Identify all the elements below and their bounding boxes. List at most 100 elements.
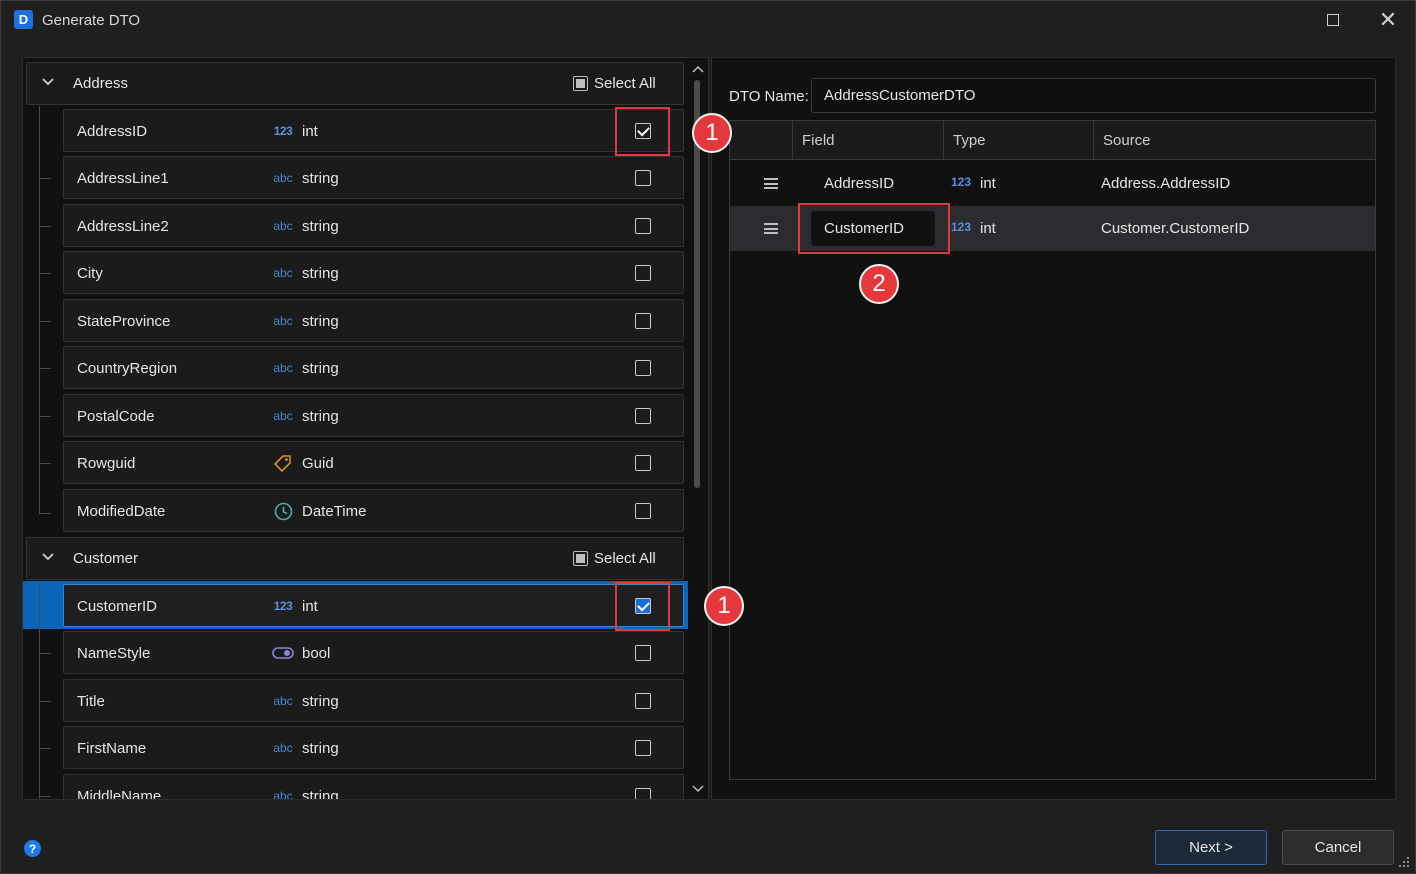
field-checkbox[interactable] <box>635 265 651 281</box>
tree-connector <box>39 748 51 749</box>
tree-connector <box>39 701 51 702</box>
text-type-icon: abc <box>273 314 293 328</box>
select-all-label: Select All <box>594 550 656 567</box>
grid-field-type: int <box>980 220 996 237</box>
field-type: int <box>302 598 318 615</box>
field-checkbox[interactable] <box>635 740 651 756</box>
column-header-field[interactable]: Field <box>792 121 943 160</box>
tree-connector <box>39 513 51 514</box>
dto-name-input[interactable]: AddressCustomerDTO <box>811 78 1376 113</box>
number-type-icon: 123 <box>951 220 972 234</box>
field-name: StateProvince <box>77 313 171 330</box>
field-checkbox[interactable] <box>635 218 651 234</box>
field-row-title[interactable]: Title abc string <box>63 679 684 722</box>
field-checkbox[interactable] <box>635 788 651 799</box>
scroll-up-icon[interactable] <box>692 64 704 74</box>
field-checkbox[interactable] <box>635 455 651 471</box>
scroll-down-icon[interactable] <box>692 784 704 794</box>
field-row-countryregion[interactable]: CountryRegion abc string <box>63 346 684 389</box>
chevron-down-icon[interactable] <box>41 550 55 564</box>
select-all-checkbox[interactable]: Select All <box>573 75 656 92</box>
field-checkbox[interactable] <box>635 645 651 661</box>
help-icon[interactable]: ? <box>24 840 41 857</box>
field-row-postalcode[interactable]: PostalCode abc string <box>63 394 684 437</box>
chevron-down-icon[interactable] <box>41 75 55 89</box>
field-type: string <box>302 360 339 377</box>
field-row-addressid[interactable]: AddressID 123 int <box>63 109 684 152</box>
select-all-checkbox[interactable]: Select All <box>573 550 656 567</box>
field-checkbox[interactable] <box>635 408 651 424</box>
grid-field-name[interactable]: AddressID <box>824 175 894 192</box>
grid-field-source: Customer.CustomerID <box>1101 220 1250 237</box>
field-name: FirstName <box>77 740 147 757</box>
field-row-addressline2[interactable]: AddressLine2 abc string <box>63 204 684 247</box>
callout-highlight-box <box>798 203 950 254</box>
cancel-button[interactable]: Cancel <box>1282 830 1394 865</box>
text-type-icon: abc <box>273 361 293 375</box>
vertical-scrollbar[interactable] <box>688 58 708 799</box>
callout-badge: 1 <box>704 586 744 626</box>
tree-connector <box>39 581 40 799</box>
tree-connector <box>39 106 40 514</box>
text-type-icon: abc <box>273 219 293 233</box>
number-type-icon: 123 <box>273 124 293 138</box>
field-type: string <box>302 788 339 800</box>
field-checkbox[interactable] <box>635 360 651 376</box>
field-name: City <box>77 265 103 282</box>
drag-handle-icon[interactable] <box>764 223 778 234</box>
field-name: ModifiedDate <box>77 503 166 520</box>
dto-name-label: DTO Name: <box>729 88 809 105</box>
number-type-icon: 123 <box>951 175 972 189</box>
group-header-customer[interactable]: Customer Select All <box>26 537 684 580</box>
field-name: MiddleName <box>77 788 162 800</box>
field-row-namestyle[interactable]: NameStyle bool <box>63 631 684 674</box>
text-type-icon: abc <box>273 409 293 423</box>
field-type: string <box>302 265 339 282</box>
field-row-city[interactable]: City abc string <box>63 251 684 294</box>
field-type: Guid <box>302 455 334 472</box>
field-row-middlename[interactable]: MiddleName abc string <box>63 774 684 800</box>
close-icon: ✕ <box>1378 7 1398 32</box>
drag-handle-icon[interactable] <box>764 178 778 189</box>
field-type: string <box>302 740 339 757</box>
tree-connector <box>39 178 51 179</box>
column-header-source[interactable]: Source <box>1093 121 1375 160</box>
field-name: AddressLine2 <box>77 218 169 235</box>
resize-grip-icon[interactable] <box>1399 857 1411 869</box>
field-checkbox[interactable] <box>635 503 651 519</box>
grid-row[interactable]: AddressID 123 int Address.AddressID <box>730 161 1375 206</box>
tree-connector <box>39 463 51 464</box>
field-row-customerid[interactable]: CustomerID 123 int <box>63 584 684 627</box>
field-row-addressline1[interactable]: AddressLine1 abc string <box>63 156 684 199</box>
field-checkbox[interactable] <box>635 170 651 186</box>
field-name: CountryRegion <box>77 360 178 377</box>
text-type-icon: abc <box>273 694 293 708</box>
grid-field-source: Address.AddressID <box>1101 175 1231 192</box>
field-checkbox[interactable] <box>635 693 651 709</box>
next-button[interactable]: Next > <box>1155 830 1267 865</box>
field-name: CustomerID <box>77 598 158 615</box>
field-name: PostalCode <box>77 408 155 425</box>
field-row-modifieddate[interactable]: ModifiedDate DateTime <box>63 489 684 532</box>
column-header-type[interactable]: Type <box>943 121 1093 160</box>
field-type: bool <box>302 645 331 662</box>
field-name: Rowguid <box>77 455 136 472</box>
maximize-button[interactable] <box>1318 7 1348 33</box>
group-header-address[interactable]: Address Select All <box>26 62 684 105</box>
field-row-rowguid[interactable]: Rowguid Guid <box>63 441 684 484</box>
field-checkbox[interactable] <box>635 313 651 329</box>
group-label: Customer <box>73 550 139 567</box>
callout-badge: 2 <box>859 264 899 304</box>
entity-field-list[interactable]: Address Select All AddressID 123 int Add… <box>22 57 709 800</box>
tree-connector <box>39 416 51 417</box>
tree-connector <box>39 368 51 369</box>
field-row-firstname[interactable]: FirstName abc string <box>63 726 684 769</box>
generate-dto-dialog: D Generate DTO ✕ Address Select All Addr… <box>0 0 1416 874</box>
text-type-icon: abc <box>273 171 293 185</box>
close-button[interactable]: ✕ <box>1373 7 1403 33</box>
window-title: Generate DTO <box>42 12 141 29</box>
field-type: DateTime <box>302 503 367 520</box>
toggle-icon <box>272 645 294 661</box>
field-row-stateprovince[interactable]: StateProvince abc string <box>63 299 684 342</box>
number-type-icon: 123 <box>273 599 293 613</box>
